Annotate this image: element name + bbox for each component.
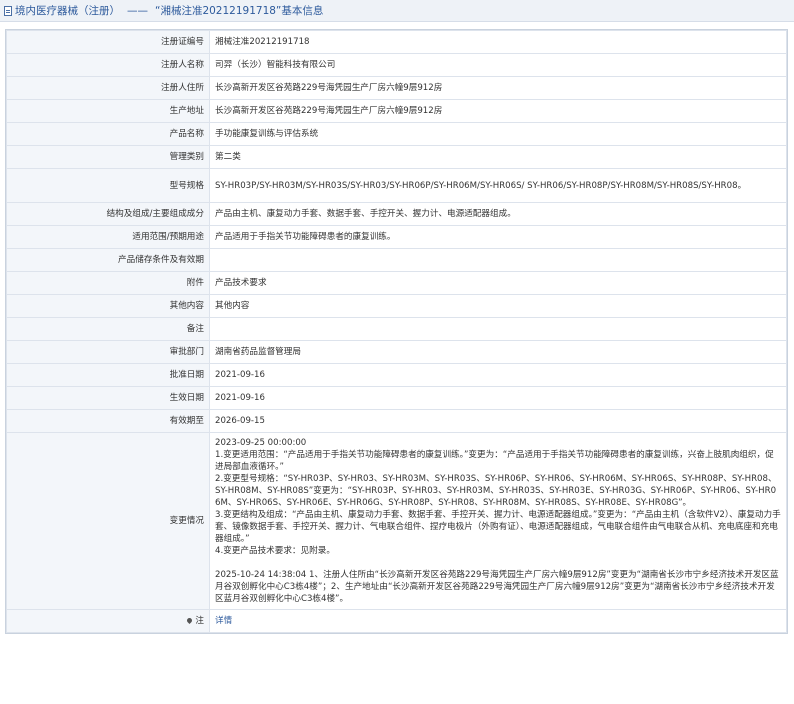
table-row: 注册人住所 长沙高新开发区谷苑路229号海凭园生产厂房六幢9层912房 <box>6 76 787 100</box>
row-label: 生产地址 <box>6 99 210 123</box>
row-value: 湖南省药品监督管理局 <box>209 340 787 364</box>
row-value <box>209 248 787 272</box>
row-label: 审批部门 <box>6 340 210 364</box>
row-label: 注册证编号 <box>6 30 210 54</box>
table-row: 管理类别 第二类 <box>6 145 787 169</box>
row-label: 注册人名称 <box>6 53 210 77</box>
change-line: 3.变更结构及组成：“产品由主机、康复动力手套、数据手套、手控开关、握力计、电源… <box>215 510 781 544</box>
info-table-frame: 注册证编号 湘械注准20212191718 注册人名称 司羿（长沙）智能科技有限公司注… <box>5 29 788 634</box>
row-value: 司羿（长沙）智能科技有限公司 <box>209 53 787 77</box>
table-row: 附件 产品技术要求 <box>6 271 787 295</box>
row-label: 生效日期 <box>6 386 210 410</box>
table-row: 产品储存条件及有效期 <box>6 248 787 272</box>
table-row-note: 注 详情 <box>6 609 787 633</box>
change-record-2025: 2025-10-24 14:38:04 1、注册人住所由“长沙高新开发区谷苑路2… <box>215 569 781 605</box>
row-value <box>209 317 787 341</box>
note-label: 注 <box>6 609 210 633</box>
row-value: 2021-09-16 <box>209 386 787 410</box>
record-title: “湘械注准20212191718”基本信息 <box>155 5 324 17</box>
table-row: 生效日期 2021-09-16 <box>6 386 787 410</box>
row-value: SY-HR03P/SY-HR03M/SY-HR03S/SY-HR03/SY-HR… <box>209 168 787 203</box>
table-row: 有效期至 2026-09-15 <box>6 409 787 433</box>
change-line: 2.变更型号规格：“SY-HR03P、SY-HR03、SY-HR03M、SY-H… <box>215 474 777 508</box>
pin-icon <box>186 616 194 625</box>
change-content: 2023-09-25 00:00:00 1.变更适用范围：“产品适用于手指关节功能… <box>209 432 787 610</box>
change-line: 1.变更适用范围：“产品适用于手指关节功能障碍患者的康复训练。”变更为：“产品适… <box>215 450 774 472</box>
table-row: 审批部门 湖南省药品监督管理局 <box>6 340 787 364</box>
row-value: 湘械注准20212191718 <box>209 30 787 54</box>
note-value: 详情 <box>209 609 787 633</box>
change-line: 4.变更产品技术要求：见附录。 <box>215 546 335 556</box>
table-row: 注册证编号 湘械注准20212191718 <box>6 30 787 54</box>
table-row: 型号规格 SY-HR03P/SY-HR03M/SY-HR03S/SY-HR03/S… <box>6 168 787 203</box>
table-row-change: 变更情况 2023-09-25 00:00:00 1.变更适用范围：“产品适用于手… <box>6 432 787 610</box>
row-label: 管理类别 <box>6 145 210 169</box>
row-value: 第二类 <box>209 145 787 169</box>
document-icon <box>4 5 12 16</box>
row-value: 2021-09-16 <box>209 363 787 387</box>
row-label: 有效期至 <box>6 409 210 433</box>
info-table: 注册证编号 湘械注准20212191718 注册人名称 司羿（长沙）智能科技有限公司注… <box>6 30 787 633</box>
table-row: 结构及组成/主要组成成分 产品由主机、康复动力手套、数据手套、手控开关、握力计、电… <box>6 202 787 226</box>
table-row: 注册人名称 司羿（长沙）智能科技有限公司 <box>6 53 787 77</box>
row-value: 手功能康复训练与评估系统 <box>209 122 787 146</box>
table-row: 其他内容 其他内容 <box>6 294 787 318</box>
change-record-2023: 2023-09-25 00:00:00 1.变更适用范围：“产品适用于手指关节功能… <box>215 437 781 557</box>
row-label: 产品名称 <box>6 122 210 146</box>
row-label: 备注 <box>6 317 210 341</box>
category-title: 境内医疗器械（注册） <box>15 5 120 17</box>
row-value: 2026-09-15 <box>209 409 787 433</box>
row-label: 其他内容 <box>6 294 210 318</box>
row-label: 结构及组成/主要组成成分 <box>6 202 210 226</box>
row-value: 产品由主机、康复动力手套、数据手套、手控开关、握力计、电源适配器组成。 <box>209 202 787 226</box>
row-value: 产品适用于手指关节功能障碍患者的康复训练。 <box>209 225 787 249</box>
row-label: 适用范围/预期用途 <box>6 225 210 249</box>
table-row: 批准日期 2021-09-16 <box>6 363 787 387</box>
table-row: 产品名称 手功能康复训练与评估系统 <box>6 122 787 146</box>
table-row: 适用范围/预期用途 产品适用于手指关节功能障碍患者的康复训练。 <box>6 225 787 249</box>
table-row: 生产地址 长沙高新开发区谷苑路229号海凭园生产厂房六幢9层912房 <box>6 99 787 123</box>
row-value: 长沙高新开发区谷苑路229号海凭园生产厂房六幢9层912房 <box>209 99 787 123</box>
change-label: 变更情况 <box>6 432 210 610</box>
row-label: 批准日期 <box>6 363 210 387</box>
row-label: 产品储存条件及有效期 <box>6 248 210 272</box>
change-line: 2025-10-24 14:38:04 1、注册人住所由“长沙高新开发区谷苑路2… <box>215 570 779 604</box>
page-header: 境内医疗器械（注册） —— “湘械注准20212191718”基本信息 <box>0 0 794 22</box>
details-link[interactable]: 详情 <box>215 616 232 626</box>
row-label: 型号规格 <box>6 168 210 203</box>
row-value: 其他内容 <box>209 294 787 318</box>
row-value: 产品技术要求 <box>209 271 787 295</box>
row-value: 长沙高新开发区谷苑路229号海凭园生产厂房六幢9层912房 <box>209 76 787 100</box>
table-row: 备注 <box>6 317 787 341</box>
title-separator: —— <box>127 4 148 17</box>
change-line: 2023-09-25 00:00:00 <box>215 438 307 448</box>
row-label: 附件 <box>6 271 210 295</box>
row-label: 注册人住所 <box>6 76 210 100</box>
